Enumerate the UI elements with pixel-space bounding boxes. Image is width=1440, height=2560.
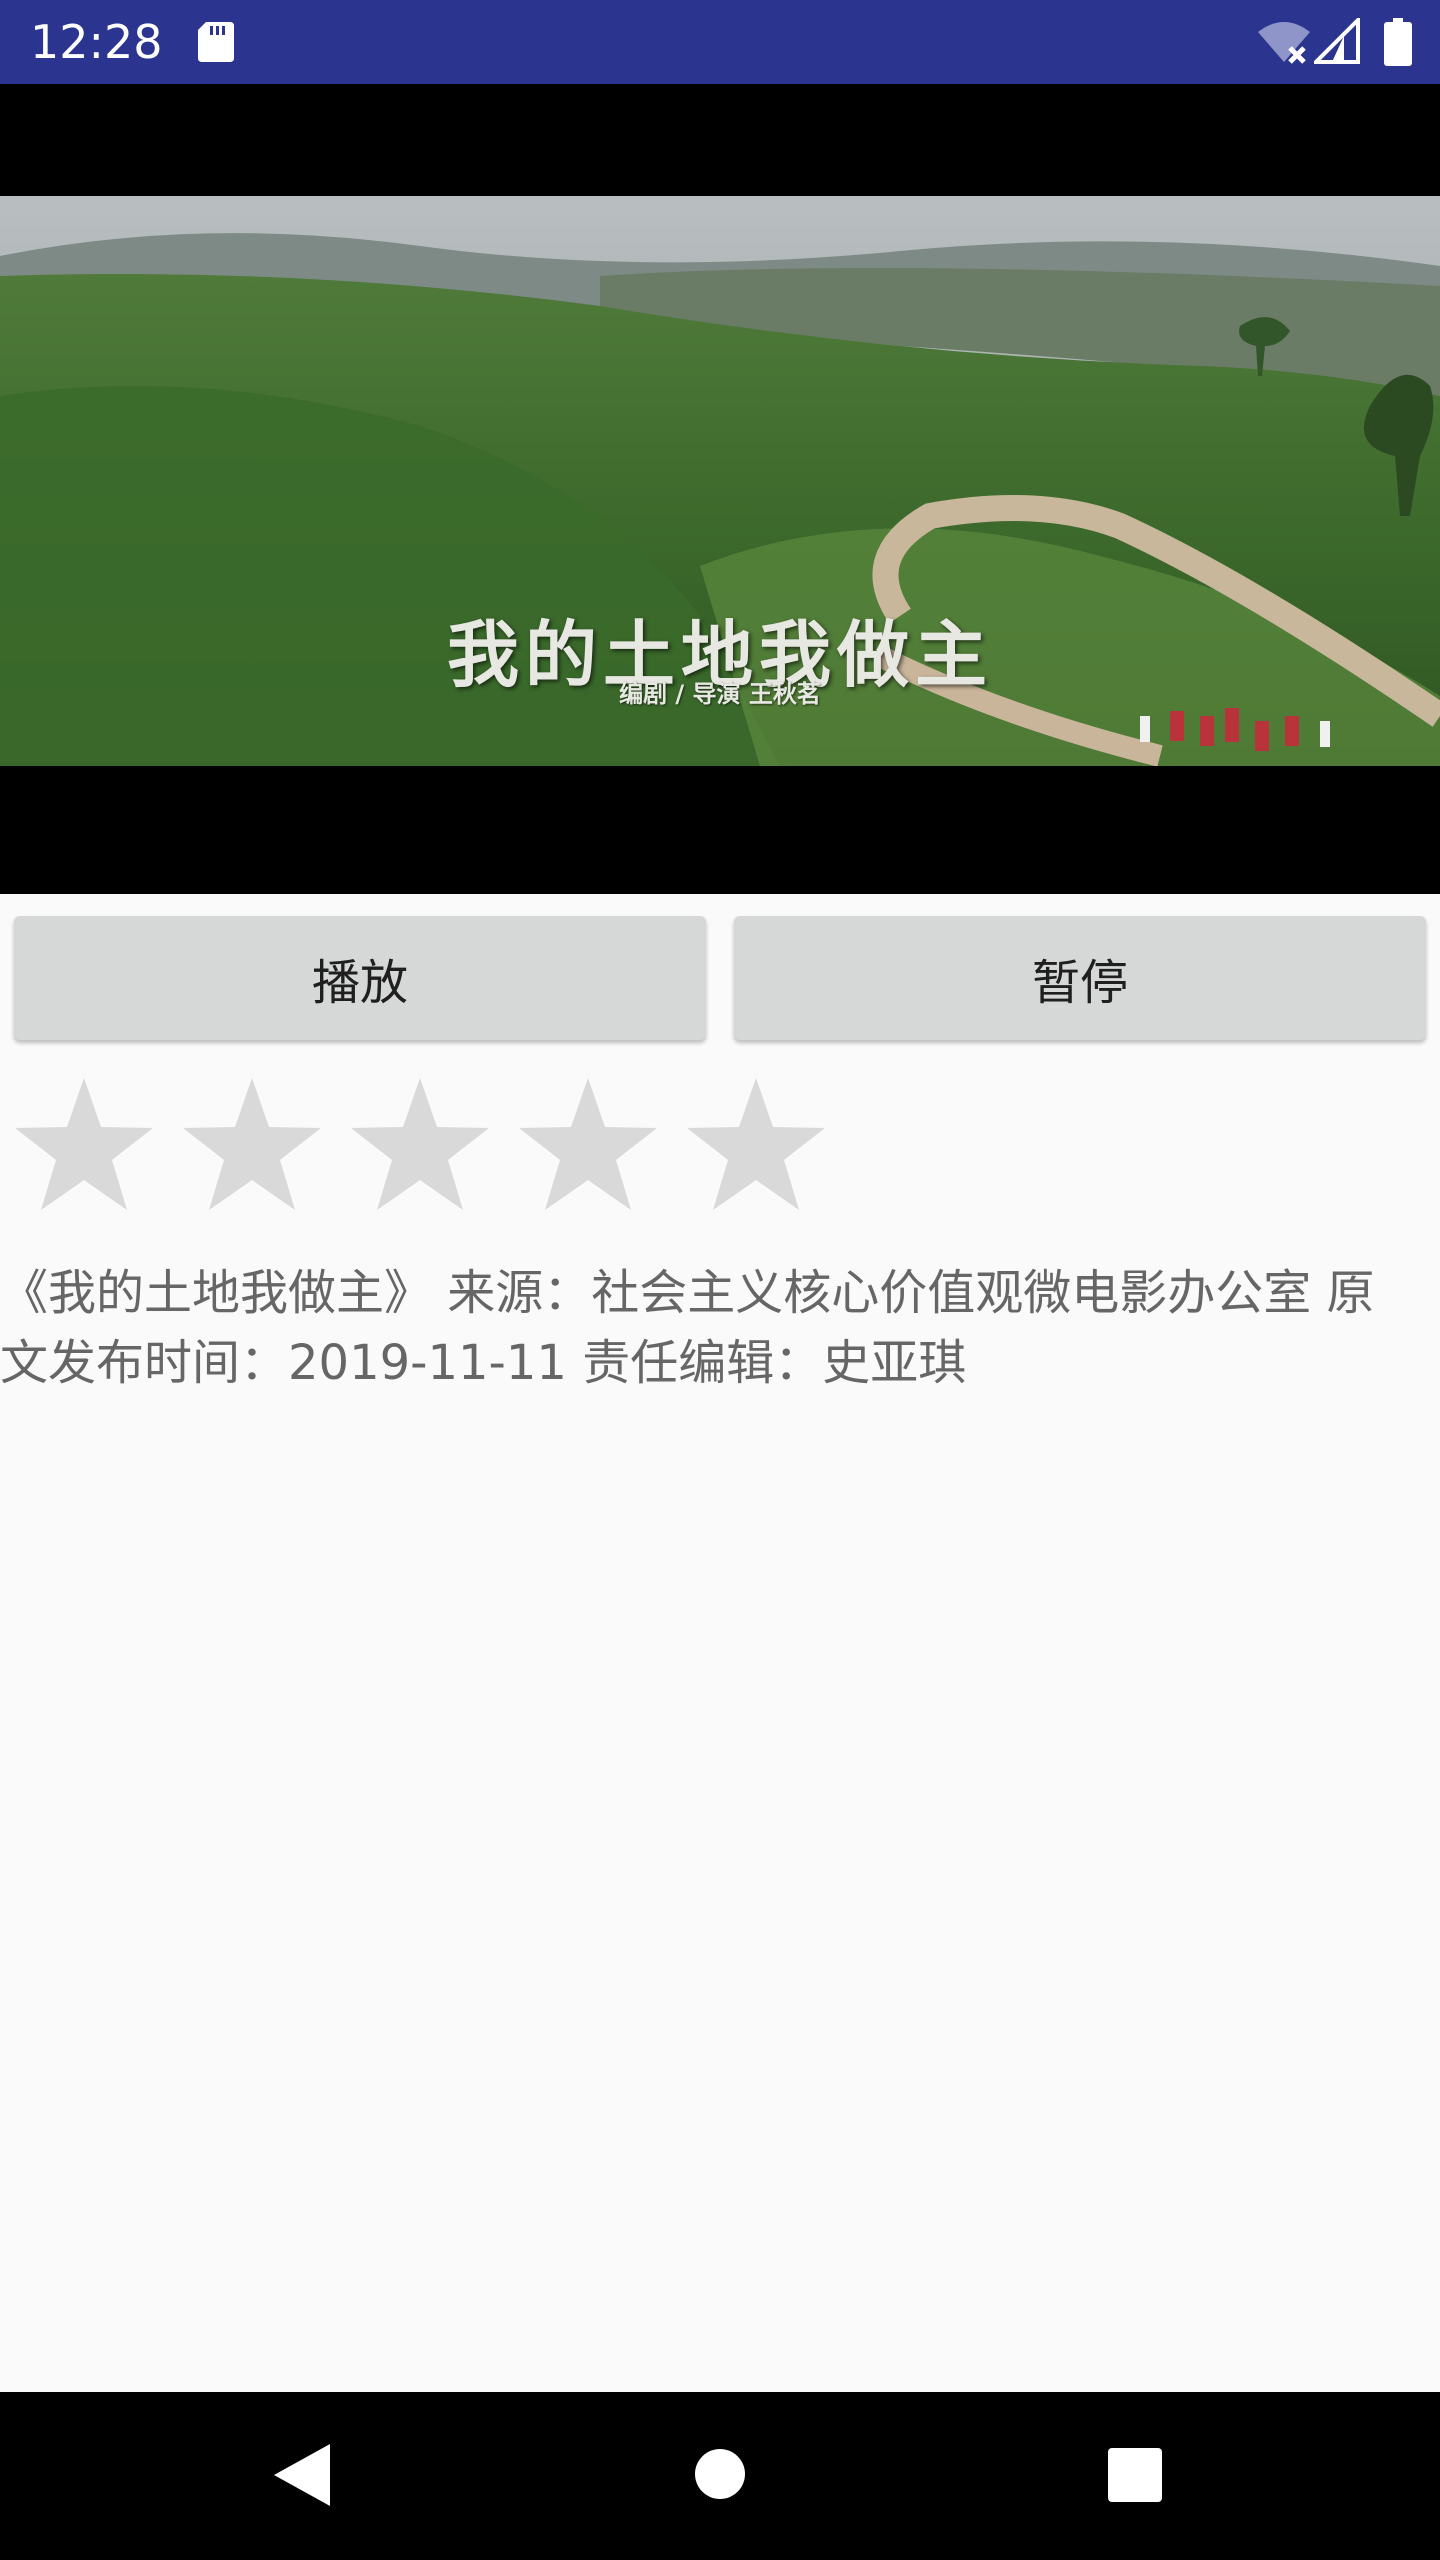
battery-icon [1384, 18, 1412, 66]
home-icon[interactable] [694, 2448, 746, 2500]
star-icon[interactable] [684, 1074, 828, 1214]
status-time: 12:28 [30, 15, 163, 69]
video-info-text: 《我的土地我做主》 来源：社会主义核心价值观微电影办公室 原文发布时间：2019… [0, 1265, 1375, 1391]
signal-icon [1314, 18, 1360, 64]
video-player[interactable]: 我的土地我做主 编剧 / 导演 王秋茗 [0, 84, 1440, 894]
video-credit-overlay: 编剧 / 导演 王秋茗 [619, 680, 821, 708]
back-icon[interactable] [272, 2442, 332, 2508]
pause-button[interactable]: 暂停 [734, 916, 1426, 1040]
navigation-bar [0, 2392, 1440, 2560]
star-icon[interactable] [12, 1074, 156, 1214]
recents-icon[interactable] [1108, 2448, 1162, 2502]
status-bar: 12:28 [0, 0, 1440, 84]
star-icon[interactable] [348, 1074, 492, 1214]
star-icon[interactable] [516, 1074, 660, 1214]
wifi-off-icon [1258, 22, 1310, 64]
sd-card-icon [198, 22, 234, 62]
star-icon[interactable] [180, 1074, 324, 1214]
video-frame[interactable]: 我的土地我做主 编剧 / 导演 王秋茗 [0, 196, 1440, 766]
play-button[interactable]: 播放 [14, 916, 706, 1040]
rating-bar[interactable] [12, 1074, 852, 1214]
